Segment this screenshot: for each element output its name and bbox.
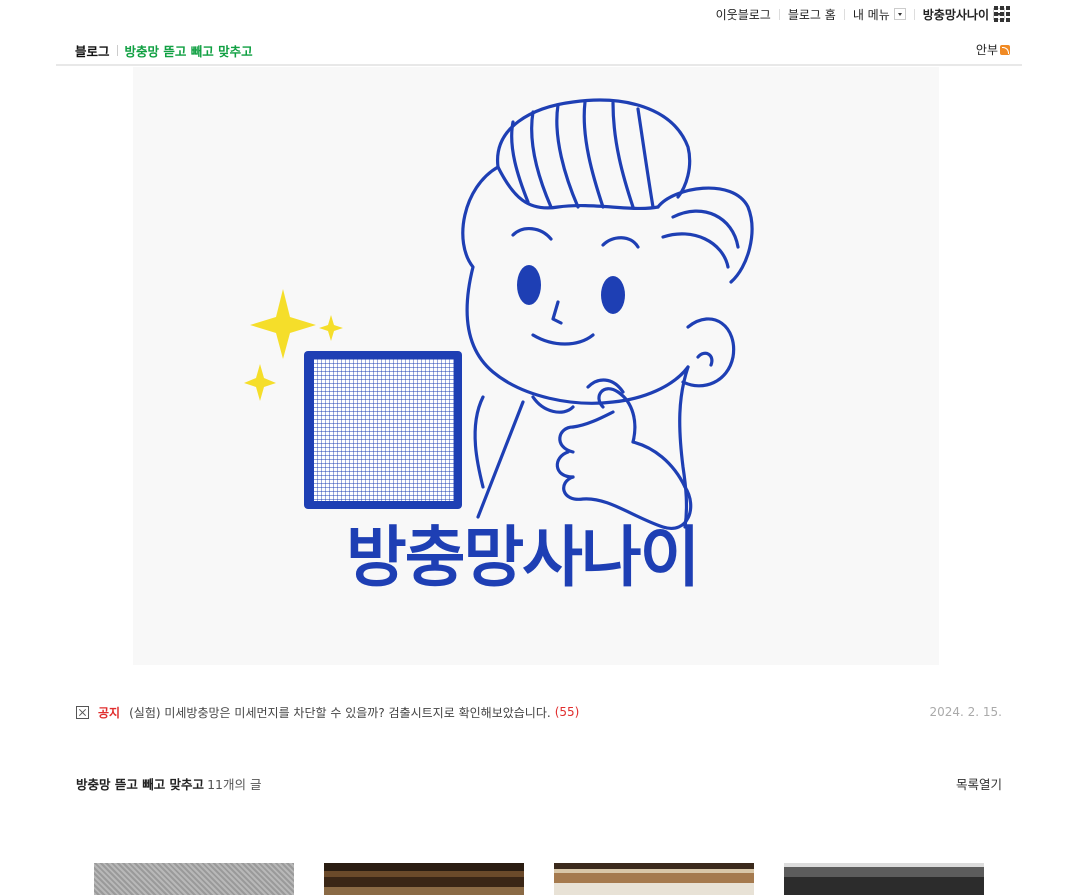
neighbor-blog-link[interactable]: 이웃블로그 [708,6,779,23]
blog-home-link[interactable]: 블로그 홈 [780,6,844,23]
notice-tag: 공지 [98,705,121,720]
notice-date: 2024. 2. 15. [929,705,1002,719]
blog-title-link[interactable]: 방충망 뜯고 빼고 맞추고 [125,41,253,60]
my-menu-label: 내 메뉴 [852,7,890,22]
post-thumbnail[interactable] [94,863,294,895]
blog-banner: 방충망사나이 [133,67,939,665]
notice-x-icon[interactable] [76,705,89,719]
notice-comment-count[interactable]: (55) [555,705,580,719]
app-grid-icon[interactable] [994,6,1010,22]
divider [116,45,118,56]
post-list-header: 방충망 뜯고 빼고 맞추고 11개의 글 목록열기 [76,774,1002,793]
post-count: 11개의 글 [207,777,262,792]
open-list-button[interactable]: 목록열기 [956,774,1002,793]
category-name: 방충망 뜯고 빼고 맞추고 [76,777,205,792]
post-thumbnail[interactable] [324,863,524,895]
notice-title-link[interactable]: (실험) 미세방충망은 미세먼지를 차단할 수 있을까? 검출시트지로 확인해보… [129,704,551,721]
post-thumbnails [94,863,1014,895]
blog-subheader: 블로그 방충망 뜯고 빼고 맞추고 안부 [56,36,1022,66]
post-thumbnail[interactable] [784,863,984,895]
greeting-link[interactable]: 안부 [976,41,1010,58]
notice-row: 공지 (실험) 미세방충망은 미세먼지를 차단할 수 있을까? 검출시트지로 확… [76,704,1002,720]
blog-home-label[interactable]: 블로그 [75,41,110,60]
banner-logo-text: 방충망사나이 [346,519,700,596]
rss-icon [1000,44,1010,55]
dropdown-arrow-icon [893,8,906,20]
greeting-label: 안부 [975,43,998,57]
my-menu-button[interactable]: 내 메뉴 [845,6,914,23]
user-name: 방충망사나이 [922,7,989,22]
top-navigation: 이웃블로그 블로그 홈 내 메뉴 방충망사나이 [708,4,1013,24]
post-thumbnail[interactable] [554,863,754,895]
